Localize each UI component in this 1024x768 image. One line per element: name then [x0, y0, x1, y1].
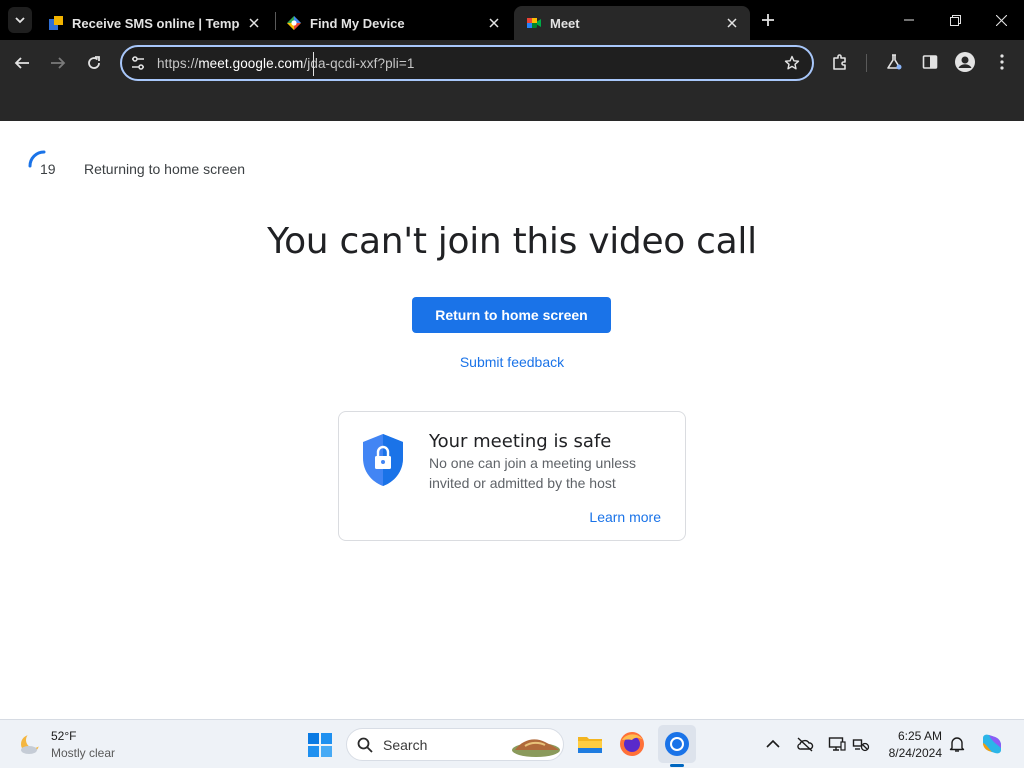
close-icon[interactable]: [246, 15, 262, 31]
profile-icon: [955, 52, 975, 72]
tune-icon[interactable]: [130, 55, 146, 71]
tab-title: Receive SMS online | Temporar: [72, 15, 240, 31]
tab-search-button[interactable]: [8, 7, 32, 33]
tab-title: Find My Device: [310, 15, 405, 31]
cloud-off-icon[interactable]: [796, 735, 814, 753]
url-text[interactable]: https://meet.google.com/jda-qcdi-xxf?pli…: [157, 56, 414, 71]
restore-icon: [949, 14, 961, 26]
countdown-label: Returning to home screen: [84, 161, 246, 177]
copilot-icon[interactable]: [980, 732, 1004, 756]
close-icon[interactable]: [724, 15, 740, 31]
back-icon: [14, 57, 29, 69]
side-panel-icon: [922, 55, 938, 69]
chrome-icon[interactable]: [663, 730, 691, 758]
restore-button[interactable]: [932, 0, 978, 40]
extensions-icon: [833, 54, 846, 70]
extensions-button[interactable]: [830, 52, 850, 72]
search-icon: [357, 737, 373, 753]
window-close-icon: [995, 14, 1007, 26]
reload-button[interactable]: [80, 50, 108, 76]
safe-card-title: Your meeting is safe: [429, 431, 612, 452]
url-path: /jda-qcdi-xxf?pli=1: [303, 56, 415, 71]
forward-icon: [51, 57, 66, 69]
tab-strip: Receive SMS online | Temporar Find My De…: [0, 0, 1024, 40]
browser-toolbar: https://meet.google.com/jda-qcdi-xxf?pli…: [0, 40, 1024, 121]
new-tab-button[interactable]: [756, 9, 780, 31]
back-button[interactable]: [8, 50, 36, 76]
firefox-icon[interactable]: [618, 730, 646, 758]
weather-icon[interactable]: [16, 730, 44, 758]
countdown-value: 19: [40, 161, 56, 177]
menu-icon: [1000, 54, 1004, 70]
taskbar: 52°F Mostly clear Search 6:25 AM 8/24/20…: [0, 719, 1024, 768]
profile-button[interactable]: [955, 52, 975, 72]
minimize-icon: [904, 19, 914, 21]
find-my-device-favicon: [287, 16, 301, 30]
url-host: meet.google.com: [198, 56, 304, 71]
windows-start-icon[interactable]: [307, 732, 333, 758]
taskbar-search[interactable]: Search: [346, 728, 564, 761]
text-caret: [313, 52, 314, 76]
menu-button[interactable]: [992, 52, 1012, 72]
tab-search-icon: [15, 17, 25, 24]
shield-lock-icon: [363, 434, 403, 486]
tab-receive-sms[interactable]: Receive SMS online | Temporar: [36, 6, 272, 40]
page-title: You can't join this video call: [267, 221, 757, 262]
meet-favicon: [527, 18, 541, 28]
network-icon[interactable]: [852, 735, 870, 753]
url-prefix: https://: [157, 56, 199, 71]
minimize-button[interactable]: [886, 0, 932, 40]
search-placeholder: Search: [383, 737, 428, 753]
clock-date[interactable]: 8/24/2024: [878, 746, 942, 760]
address-bar[interactable]: https://meet.google.com/jda-qcdi-xxf?pli…: [120, 45, 814, 81]
active-app-indicator: [670, 764, 684, 767]
meet-page: 19 Returning to home screen You can't jo…: [0, 121, 1024, 719]
weather-temperature[interactable]: 52°F: [51, 729, 76, 743]
chevron-up-icon[interactable]: [764, 735, 782, 753]
submit-feedback-link[interactable]: Submit feedback: [460, 354, 564, 370]
labs-button[interactable]: [884, 52, 904, 72]
bell-icon[interactable]: [948, 735, 966, 753]
reload-icon: [88, 56, 100, 69]
display-icon[interactable]: [828, 735, 846, 753]
star-icon[interactable]: [784, 55, 800, 71]
feedback-row: Submit feedback: [0, 354, 1024, 370]
file-explorer-icon[interactable]: [576, 730, 604, 758]
safe-card-description: No one can join a meeting unless invited…: [429, 455, 637, 491]
labs-icon: [887, 54, 902, 70]
tab-find-my-device[interactable]: Find My Device: [274, 6, 512, 40]
toolbar-divider: [866, 54, 867, 72]
learn-more-link[interactable]: Learn more: [589, 509, 661, 525]
new-tab-icon: [762, 14, 774, 26]
forward-button[interactable]: [44, 50, 72, 76]
weather-description[interactable]: Mostly clear: [51, 746, 115, 760]
clock-time[interactable]: 6:25 AM: [886, 729, 942, 743]
window-close-button[interactable]: [978, 0, 1024, 40]
side-panel-button[interactable]: [920, 52, 940, 72]
sms-favicon: [49, 16, 63, 30]
return-home-button[interactable]: Return to home screen: [412, 297, 611, 333]
close-icon[interactable]: [486, 15, 502, 31]
search-highlight-icon: [512, 739, 560, 757]
tab-meet[interactable]: Meet: [514, 6, 750, 40]
meeting-safe-card: Your meeting is safe No one can join a m…: [338, 411, 686, 541]
tab-title: Meet: [550, 15, 580, 31]
